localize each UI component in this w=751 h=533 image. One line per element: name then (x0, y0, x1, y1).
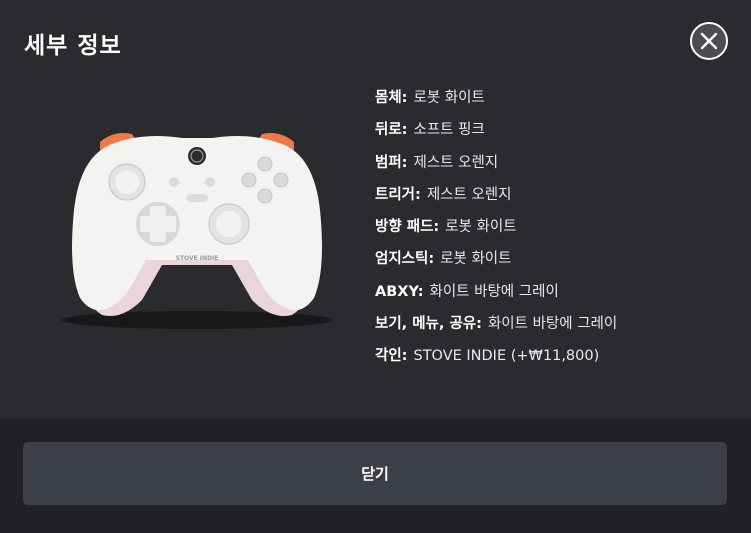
detail-item-back: 뒤로: 소프트 핑크 (375, 122, 485, 139)
share-button (186, 194, 208, 202)
dialog-footer: 닫기 (0, 418, 751, 533)
detail-item-thumbsticks: 엄지스틱: 로봇 화이트 (375, 251, 512, 268)
detail-item-abxy: ABXY: 화이트 바탕에 그레이 (375, 283, 559, 300)
a-button (257, 188, 273, 204)
x-button (241, 172, 257, 188)
menu-button (205, 177, 215, 187)
detail-item-engraving: 각인: STOVE INDIE (+₩11,800) (375, 348, 600, 365)
details-list: 몸체: 로봇 화이트 뒤로: 소프트 핑크 범퍼: 제스트 오렌지 트리거: 제스트 오… (375, 86, 617, 377)
engraving-text: STOVE INDIE (176, 255, 219, 262)
b-button (273, 172, 289, 188)
detail-item-triggers: 트리거: 제스트 오렌지 (375, 186, 512, 203)
dialog-title: 세부 정보 (24, 33, 122, 59)
detail-item-body: 몸체: 로봇 화이트 (375, 90, 485, 106)
y-button (257, 156, 273, 172)
detail-item-dpad: 방향 패드: 로봇 화이트 (375, 219, 517, 236)
close-button[interactable] (690, 22, 728, 60)
close-icon (700, 32, 718, 50)
view-button (169, 177, 179, 187)
detail-item-bumpers: 범퍼: 제스트 오렌지 (375, 154, 499, 171)
details-dialog: 세부 정보 STOVE INDIE 몸체: 로봇 화이트 뒤로: 소프트 핑크 … (0, 0, 751, 533)
controller-preview-image: STOVE INDIE (52, 120, 342, 335)
close-dialog-button[interactable]: 닫기 (23, 442, 727, 505)
detail-item-view-menu-share: 보기, 메뉴, 공유: 화이트 바탕에 그레이 (375, 316, 618, 333)
